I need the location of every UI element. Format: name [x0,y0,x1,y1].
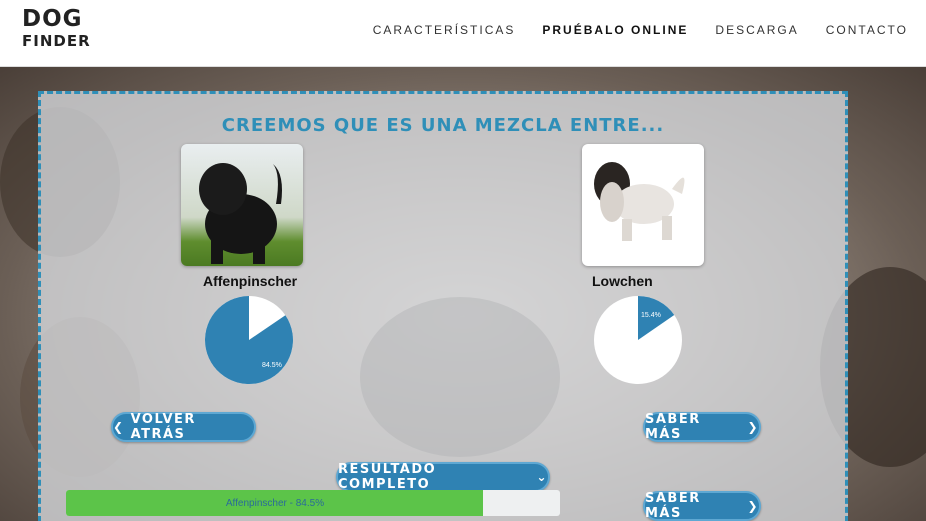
logo-text-dog: DOG [22,6,83,32]
back-button[interactable]: ❮ VOLVER ATRÁS [111,412,256,442]
site-header: DOG FINDER CARACTERÍSTICAS PRUÉBALO ONLI… [0,0,926,67]
chevron-down-icon: ⌄ [536,470,548,484]
breed-pie-2: 15.4% [594,296,682,384]
nav-contacto[interactable]: CONTACTO [826,23,908,37]
nav-caracteristicas[interactable]: CARACTERÍSTICAS [373,23,516,37]
nav-pruebalo-online[interactable]: PRUÉBALO ONLINE [542,23,688,37]
chevron-right-icon: ❯ [747,499,759,513]
breed-progress-bar: Affenpinscher - 84.5% [66,490,560,516]
lowchen-photo [582,144,704,266]
dog-finder-logo[interactable]: DOG FINDER [22,6,91,57]
chevron-left-icon: ❮ [113,420,125,434]
pie-label-2: 15.4% [641,312,661,319]
full-result-button[interactable]: RESULTADO COMPLETO ⌄ [336,462,550,492]
learn-more-button[interactable]: SABER MÁS ❯ [643,412,761,442]
pie-label-1: 84.5% [262,362,282,369]
progress-label: Affenpinscher - 84.5% [225,497,325,509]
main-nav: CARACTERÍSTICAS PRUÉBALO ONLINE DESCARGA… [373,23,908,37]
result-panel [38,91,848,521]
nav-descarga[interactable]: DESCARGA [715,23,798,37]
learn-more-button-2[interactable]: SABER MÁS ❯ [643,491,761,521]
breed-pie-1: 84.5% [205,296,293,384]
breed-name-1: Affenpinscher [203,273,298,289]
breed-name-2: Lowchen [592,273,653,289]
logo-text-finder: FINDER [22,32,91,50]
result-title: CREEMOS QUE ES UNA MEZCLA ENTRE... [221,115,665,136]
affenpinscher-photo [181,144,303,266]
chevron-right-icon: ❯ [747,420,759,434]
